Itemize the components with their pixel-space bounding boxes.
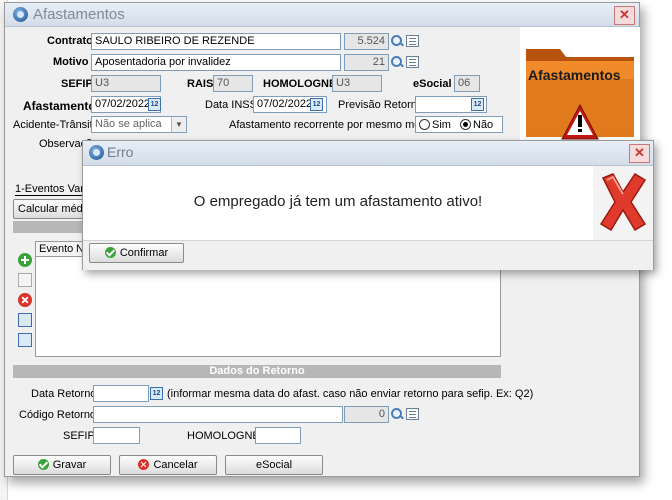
app-icon: [13, 7, 28, 22]
dialog-title: Erro: [107, 144, 134, 160]
retorno-homolognet-field[interactable]: [255, 427, 301, 444]
error-x-icon: [599, 172, 647, 232]
sim-radio[interactable]: [419, 119, 430, 130]
nao-radio[interactable]: [460, 119, 471, 130]
rais-field[interactable]: 70: [213, 75, 253, 92]
cancel-icon: [138, 459, 150, 470]
calendar-icon[interactable]: 12: [150, 387, 163, 400]
data-retorno-label: Data Retorno: [31, 388, 97, 400]
dialog-titlebar: Erro ✕: [83, 141, 653, 166]
dialog-icon-area: [593, 166, 653, 240]
previsao-retorno-label: Previsão Retorno: [338, 99, 423, 111]
calendar-icon[interactable]: 12: [310, 98, 323, 111]
motivo-field[interactable]: Aposentadoria por invalidez: [91, 54, 341, 71]
search-icon[interactable]: [391, 56, 403, 68]
data-inss-label: Data INSS: [205, 99, 257, 111]
sefip-field[interactable]: U3: [91, 75, 161, 92]
retorno-sefip-field[interactable]: [93, 427, 140, 444]
sefip-label: SEFIP: [61, 78, 93, 90]
list-icon[interactable]: [406, 408, 419, 420]
erro-dialog: Erro ✕ O empregado já tem um afastamento…: [82, 140, 654, 270]
add-icon[interactable]: [18, 253, 32, 267]
afastamento-label: Afastamento: [23, 99, 96, 113]
homolognet-field[interactable]: U3: [332, 75, 382, 92]
grid-col-evento: Evento: [39, 243, 74, 255]
folder-warning-icon: [526, 49, 634, 140]
codigo-retorno-num[interactable]: 0: [344, 406, 389, 423]
app-icon: [89, 145, 104, 160]
esocial-field[interactable]: 06: [454, 75, 480, 92]
calcular-media-button[interactable]: Calcular médi: [13, 199, 91, 219]
acidente-transito-value: Não se aplica: [95, 118, 162, 130]
data-retorno-field[interactable]: [93, 385, 149, 402]
confirmar-label: Confirmar: [119, 247, 169, 259]
gravar-button[interactable]: Gravar: [13, 455, 111, 475]
cancelar-label: Cancelar: [153, 459, 198, 471]
search-icon[interactable]: [391, 408, 403, 420]
dados-retorno-header: Dados do Retorno: [13, 365, 501, 378]
calendar-icon[interactable]: 12: [148, 98, 161, 111]
check-icon: [37, 459, 49, 470]
list-icon[interactable]: [406, 35, 419, 47]
esocial-label: eSocial: [413, 78, 452, 90]
edit-icon[interactable]: [18, 273, 32, 287]
tab-eventos-variaveis[interactable]: 1-Eventos Variá: [15, 183, 93, 196]
contrato-code-field[interactable]: 5.524: [344, 33, 389, 50]
delete-icon[interactable]: [18, 293, 32, 307]
motivo-code-field[interactable]: 21: [344, 54, 389, 71]
window-titlebar: Afastamentos ✕: [5, 3, 639, 27]
dialog-close-button[interactable]: ✕: [629, 144, 650, 163]
contrato-label: Contrato: [47, 35, 93, 47]
window-title: Afastamentos: [33, 6, 125, 23]
retorno-sefip-label: SEFIP: [63, 430, 95, 442]
data-retorno-hint: (informar mesma data do afast. caso não …: [167, 388, 534, 400]
dialog-message-area: O empregado já tem um afastamento ativo!: [83, 166, 593, 240]
document-icon[interactable]: [18, 313, 32, 327]
sim-label: Sim: [432, 119, 451, 131]
notes-icon[interactable]: [18, 333, 32, 347]
codigo-retorno-field[interactable]: [93, 406, 343, 423]
chevron-down-icon[interactable]: ▼: [171, 117, 186, 132]
acidente-transito-select[interactable]: Não se aplica ▼: [91, 116, 187, 133]
rais-label: RAIS: [187, 78, 214, 90]
acidente-transito-label: Acidente-Trânsito: [13, 119, 99, 131]
afastamentos-banner: Afastamentos: [520, 27, 640, 147]
contrato-field[interactable]: SAULO RIBEIRO DE REZENDE: [91, 33, 341, 50]
search-icon[interactable]: [391, 35, 403, 47]
afastamento-recorrente-label: Afastamento recorrente por mesmo motivo: [229, 119, 438, 131]
gravar-label: Gravar: [52, 459, 87, 471]
dialog-message: O empregado já tem um afastamento ativo!: [193, 193, 483, 210]
banner-text: Afastamentos: [528, 67, 621, 83]
cancelar-button[interactable]: Cancelar: [119, 455, 217, 475]
confirmar-button[interactable]: Confirmar: [89, 243, 184, 263]
codigo-retorno-label: Código Retorno: [19, 409, 97, 421]
window-close-button[interactable]: ✕: [614, 6, 635, 25]
nao-label: Não: [473, 119, 494, 131]
list-icon[interactable]: [406, 56, 419, 68]
calendar-icon[interactable]: 12: [471, 98, 484, 111]
dialog-button-bar: Confirmar: [83, 240, 653, 270]
check-icon: [104, 247, 116, 258]
esocial-button[interactable]: eSocial: [225, 455, 323, 475]
motivo-label: Motivo: [53, 56, 89, 68]
